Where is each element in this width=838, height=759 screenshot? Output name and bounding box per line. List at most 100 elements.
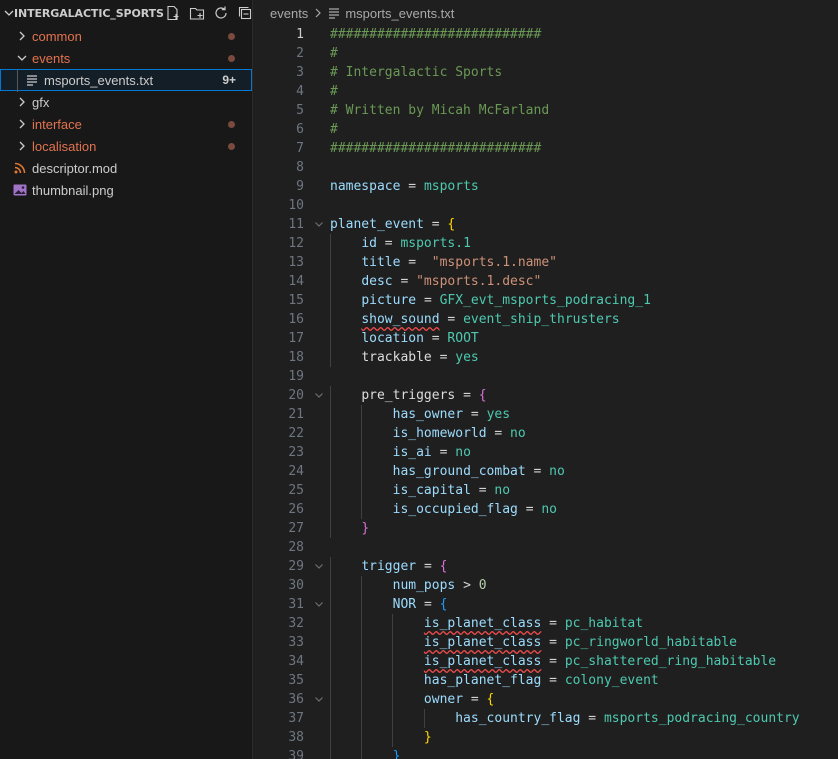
code-text[interactable]: is_occupied_flag = no bbox=[330, 500, 557, 519]
code-text[interactable]: has_ground_combat = no bbox=[330, 462, 565, 481]
code-text[interactable]: # bbox=[330, 120, 338, 139]
code-line[interactable]: 30 num_pops > 0 bbox=[254, 576, 838, 595]
code-text[interactable]: ########################### bbox=[330, 139, 541, 158]
tree-item-thumbnail[interactable]: thumbnail.png bbox=[0, 179, 252, 201]
code-line[interactable]: 3 # Intergalactic Sports bbox=[254, 63, 838, 82]
tree-item-descriptor[interactable]: descriptor.mod bbox=[0, 157, 252, 179]
code-text[interactable]: has_owner = yes bbox=[330, 405, 510, 424]
code-line[interactable]: 14 desc = "msports.1.desc" bbox=[254, 272, 838, 291]
breadcrumb-folder[interactable]: events bbox=[270, 6, 308, 21]
code-line[interactable]: 24 has_ground_combat = no bbox=[254, 462, 838, 481]
code-text[interactable]: owner = { bbox=[330, 690, 494, 709]
code-text[interactable]: desc = "msports.1.desc" bbox=[330, 272, 541, 291]
code-text[interactable]: is_ai = no bbox=[330, 443, 471, 462]
code-line[interactable]: 5 # Written by Micah McFarland bbox=[254, 101, 838, 120]
code-text[interactable]: is_planet_class = pc_habitat bbox=[330, 614, 643, 633]
code-line[interactable]: 26 is_occupied_flag = no bbox=[254, 500, 838, 519]
code-text[interactable]: title = "msports.1.name" bbox=[330, 253, 557, 272]
new-file-icon[interactable] bbox=[164, 4, 182, 22]
problems-badge: 9+ bbox=[222, 73, 236, 87]
code-line[interactable]: 6 # bbox=[254, 120, 838, 139]
code-text[interactable]: id = msports.1 bbox=[330, 234, 471, 253]
refresh-icon[interactable] bbox=[212, 4, 230, 22]
code-line[interactable]: 16 show_sound = event_ship_thrusters bbox=[254, 310, 838, 329]
code-text[interactable]: pre_triggers = { bbox=[330, 386, 486, 405]
new-folder-icon[interactable] bbox=[188, 4, 206, 22]
code-line[interactable]: 25 is_capital = no bbox=[254, 481, 838, 500]
code-text[interactable]: num_pops > 0 bbox=[330, 576, 487, 595]
code-lines[interactable]: 1 ########################### 2 #3 # Interga… bbox=[254, 25, 838, 759]
code-text[interactable]: planet_event = { bbox=[330, 215, 455, 234]
code-line[interactable]: 20 pre_triggers = { bbox=[254, 386, 838, 405]
code-editor[interactable]: events msports_events.txt 1 #############… bbox=[254, 0, 838, 759]
code-text[interactable]: ########################### bbox=[330, 25, 541, 44]
code-line[interactable]: 37 has_country_flag = msports_podracing_… bbox=[254, 709, 838, 728]
chevron-right-icon bbox=[14, 119, 30, 129]
code-line[interactable]: 21 has_owner = yes bbox=[254, 405, 838, 424]
line-number: 2 bbox=[296, 46, 304, 61]
code-line[interactable]: 9 namespace = msports bbox=[254, 177, 838, 196]
code-line[interactable]: 19 bbox=[254, 367, 838, 386]
code-line[interactable]: 32 is_planet_class = pc_habitat bbox=[254, 614, 838, 633]
collapse-all-icon[interactable] bbox=[236, 4, 254, 22]
line-number: 39 bbox=[288, 749, 304, 759]
code-line[interactable]: 15 picture = GFX_evt_msports_podracing_1 bbox=[254, 291, 838, 310]
explorer-header[interactable]: INTERGALACTIC_SPORTS bbox=[0, 0, 252, 26]
code-text[interactable]: } bbox=[330, 728, 432, 747]
code-line[interactable]: 12 id = msports.1 bbox=[254, 234, 838, 253]
modified-indicator bbox=[228, 120, 235, 128]
code-line[interactable]: 33 is_planet_class = pc_ringworld_habita… bbox=[254, 633, 838, 652]
code-line[interactable]: 38 } bbox=[254, 728, 838, 747]
code-line[interactable]: 7 ########################### bbox=[254, 139, 838, 158]
code-line[interactable]: 11 planet_event = { bbox=[254, 215, 838, 234]
line-number: 12 bbox=[288, 236, 304, 251]
explorer-actions bbox=[164, 4, 262, 22]
code-text[interactable]: } bbox=[330, 747, 401, 759]
code-line[interactable]: 28 bbox=[254, 538, 838, 557]
code-text[interactable]: show_sound = event_ship_thrusters bbox=[330, 310, 619, 329]
code-line[interactable]: 22 is_homeworld = no bbox=[254, 424, 838, 443]
chevron-down-icon[interactable] bbox=[4, 8, 14, 18]
code-text[interactable]: trigger = { bbox=[330, 557, 447, 576]
code-line[interactable]: 1 ########################### bbox=[254, 25, 838, 44]
code-text[interactable]: } bbox=[330, 519, 369, 538]
code-line[interactable]: 10 bbox=[254, 196, 838, 215]
code-text[interactable]: # bbox=[330, 82, 338, 101]
code-line[interactable]: 17 location = ROOT bbox=[254, 329, 838, 348]
code-text[interactable]: namespace = msports bbox=[330, 177, 479, 196]
code-text[interactable]: picture = GFX_evt_msports_podracing_1 bbox=[330, 291, 651, 310]
code-text[interactable]: # Written by Micah McFarland bbox=[330, 101, 549, 120]
code-text[interactable]: has_country_flag = msports_podracing_cou… bbox=[330, 709, 799, 728]
code-text[interactable]: is_homeworld = no bbox=[330, 424, 526, 443]
breadcrumb-file[interactable]: msports_events.txt bbox=[345, 6, 454, 21]
code-line[interactable]: 39 } bbox=[254, 747, 838, 759]
tree-item-interface[interactable]: interface bbox=[0, 113, 252, 135]
code-line[interactable]: 8 bbox=[254, 158, 838, 177]
code-text[interactable]: # bbox=[330, 44, 338, 63]
code-text[interactable]: is_capital = no bbox=[330, 481, 510, 500]
code-line[interactable]: 29 trigger = { bbox=[254, 557, 838, 576]
code-line[interactable]: 35 has_planet_flag = colony_event bbox=[254, 671, 838, 690]
tree-item-gfx[interactable]: gfx bbox=[0, 91, 252, 113]
code-line[interactable]: 36 owner = { bbox=[254, 690, 838, 709]
code-text[interactable]: trackable = yes bbox=[330, 348, 478, 367]
tree-item-label: common bbox=[32, 28, 82, 44]
code-text[interactable]: location = ROOT bbox=[330, 329, 478, 348]
code-text[interactable]: # Intergalactic Sports bbox=[330, 63, 502, 82]
code-line[interactable]: 18 trackable = yes bbox=[254, 348, 838, 367]
code-text[interactable]: NOR = { bbox=[330, 595, 448, 614]
code-text[interactable]: is_planet_class = pc_shattered_ring_habi… bbox=[330, 652, 776, 671]
code-line[interactable]: 31 NOR = { bbox=[254, 595, 838, 614]
code-text[interactable]: has_planet_flag = colony_event bbox=[330, 671, 659, 690]
code-line[interactable]: 23 is_ai = no bbox=[254, 443, 838, 462]
code-line[interactable]: 13 title = "msports.1.name" bbox=[254, 253, 838, 272]
tree-item-msports-events[interactable]: msports_events.txt 9+ bbox=[0, 69, 252, 91]
code-text[interactable]: is_planet_class = pc_ringworld_habitable bbox=[330, 633, 737, 652]
code-line[interactable]: 27 } bbox=[254, 519, 838, 538]
tree-item-common[interactable]: common bbox=[0, 25, 252, 47]
code-line[interactable]: 34 is_planet_class = pc_shattered_ring_h… bbox=[254, 652, 838, 671]
code-line[interactable]: 2 # bbox=[254, 44, 838, 63]
code-line[interactable]: 4 # bbox=[254, 82, 838, 101]
tree-item-localisation[interactable]: localisation bbox=[0, 135, 252, 157]
tree-item-events[interactable]: events bbox=[0, 47, 252, 69]
